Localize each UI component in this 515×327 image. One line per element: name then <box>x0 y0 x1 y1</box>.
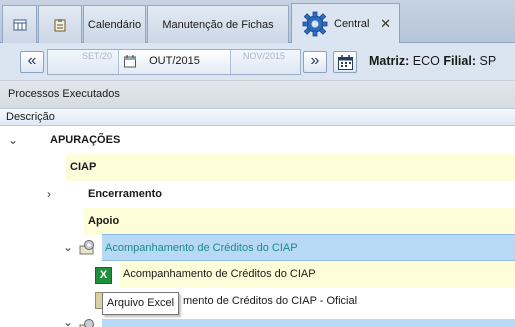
tab-bar: Calendário Manutenção de Fichas Central … <box>0 0 515 44</box>
tree-item-label: APURAÇÕES <box>50 134 121 146</box>
calendar-small-icon <box>124 54 136 68</box>
previous-period-button[interactable]: « <box>20 51 44 73</box>
tree-row[interactable]: CIAP <box>0 154 515 181</box>
tree-item-label: Apoio <box>84 208 515 235</box>
expand-chevron-icon[interactable]: ⌄ <box>62 234 74 261</box>
gear-icon <box>302 11 328 37</box>
tree-row[interactable]: X Acompanhamento de Créditos do CIAP <box>0 261 515 288</box>
matriz-label: Matriz: <box>369 54 410 68</box>
tree-item-label: CIAP <box>66 154 515 181</box>
tree-row[interactable]: ⌄ <box>0 315 515 327</box>
column-header-descricao[interactable]: Descrição <box>0 108 515 126</box>
process-gear-icon <box>79 239 95 255</box>
tree-item-label: Acompanhamento de Créditos do CIAP <box>120 261 515 288</box>
previous-period-label: SET/20 <box>82 51 113 61</box>
tab-manutencao-de-fichas[interactable]: Manutenção de Fichas <box>147 5 289 43</box>
tab-clipboard[interactable] <box>38 5 82 43</box>
current-period-label: OUT/2015 <box>149 55 200 67</box>
tree-row[interactable]: ⌄ APURAÇÕES <box>0 127 515 154</box>
next-period-label: NOV/2015 <box>243 51 286 61</box>
expand-chevron-icon[interactable]: ⌄ <box>7 127 19 154</box>
next-period-button[interactable]: » <box>303 51 327 73</box>
calendar-icon <box>338 55 353 75</box>
calendar-button[interactable] <box>333 51 357 73</box>
tab-grid[interactable] <box>2 5 37 43</box>
tab-label: Central <box>334 18 370 30</box>
tree-item-label: Encerramento <box>88 188 162 200</box>
excel-icon: X <box>95 267 112 284</box>
matriz-value: ECO <box>412 54 440 68</box>
tree-row[interactable]: mento de Créditos do CIAP - Oficial <box>0 288 515 315</box>
tab-central[interactable]: Central ✕ <box>291 3 400 44</box>
period-selector[interactable]: SET/20 OUT/2015 NOV/2015 <box>47 49 301 75</box>
tree-row[interactable]: Apoio <box>0 208 515 235</box>
section-title: Processos Executados <box>0 80 515 108</box>
tree-item-label: mento de Créditos do CIAP - Oficial <box>120 288 515 315</box>
tree-row-selected[interactable]: ⌄ Acompanhamento de Créditos do CIAP <box>0 234 515 261</box>
filial-label: Filial: <box>443 54 476 68</box>
grid-icon <box>13 18 27 32</box>
tree-item-label-text: mento de Créditos do CIAP - Oficial <box>183 295 358 307</box>
tab-calendario[interactable]: Calendário <box>83 5 146 43</box>
filial-value: SP <box>479 54 497 68</box>
period-toolbar: « SET/20 OUT/2015 NOV/2015 » Matriz: ECO… <box>0 43 515 80</box>
close-icon[interactable]: ✕ <box>380 16 391 32</box>
current-period[interactable]: OUT/2015 <box>118 50 231 74</box>
clipboard-icon <box>53 18 67 32</box>
tree-item-partial <box>102 319 515 327</box>
tree-item-label: Acompanhamento de Créditos do CIAP <box>102 234 515 261</box>
process-gear-icon <box>79 318 95 327</box>
company-info: Matriz: ECO Filial: SP <box>369 54 496 68</box>
tab-label: Calendário <box>87 18 142 31</box>
tab-label: Manutenção de Fichas <box>162 18 274 31</box>
collapse-chevron-icon[interactable]: › <box>43 181 55 208</box>
expand-chevron-icon[interactable]: ⌄ <box>62 315 74 327</box>
tree-row[interactable]: › Encerramento <box>0 181 515 208</box>
tooltip: Arquivo Excel <box>102 292 179 315</box>
